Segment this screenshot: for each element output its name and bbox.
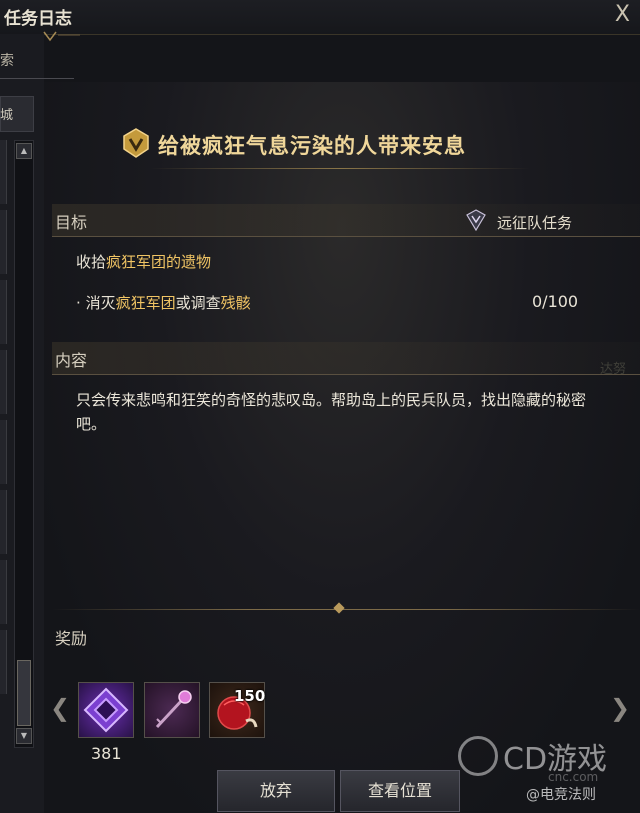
list-item[interactable]	[0, 140, 7, 204]
list-item[interactable]	[0, 630, 7, 694]
purple-gem-icon	[83, 687, 129, 733]
header-divider	[150, 168, 530, 169]
watermark-logo-icon	[458, 736, 498, 776]
title-bar: 任务日志 X	[0, 0, 640, 42]
objective-progress-count: 0/100	[532, 292, 579, 311]
reward-quantity: 381	[91, 744, 122, 763]
list-item[interactable]	[0, 490, 7, 554]
expedition-quest-icon	[466, 209, 486, 231]
list-item[interactable]	[0, 210, 7, 274]
bullet: ·	[76, 294, 81, 312]
main-objective-target: 疯狂军团的遗物	[106, 253, 212, 271]
rewards-prev-icon[interactable]: ❮	[50, 694, 70, 722]
scrollbar-thumb[interactable]	[17, 660, 31, 726]
main-objective-verb: 收拾	[76, 253, 107, 271]
rewards-next-icon[interactable]: ❯	[610, 694, 630, 722]
watermark-site: cnc.com	[548, 770, 599, 784]
main-objective: 收拾疯狂军团的遗物	[76, 251, 211, 272]
rewards-divider	[52, 609, 640, 610]
sub-objective-verb: 消灭	[85, 294, 116, 312]
content-section-bar	[52, 342, 640, 375]
sub-objective-connector: 或调查	[175, 294, 221, 312]
sub-objective: · 消灭疯狂军团或调查残骸	[76, 292, 251, 313]
scroll-down-icon[interactable]: ▼	[16, 728, 32, 744]
reward-item-gem[interactable]	[78, 682, 134, 738]
tab-search[interactable]: 索	[0, 50, 14, 70]
list-item[interactable]	[0, 560, 7, 624]
filter-label: 城	[0, 108, 14, 123]
tab-underline	[0, 78, 74, 79]
window-title: 任务日志	[4, 9, 72, 29]
abandon-button[interactable]: 放弃	[217, 770, 335, 812]
sub-objective-target-1: 疯狂军团	[115, 294, 176, 312]
quest-type-label: 远征队任务	[497, 214, 573, 232]
quest-description: 只会传来悲鸣和狂笑的奇怪的悲叹岛。帮助岛上的民兵队员，找出隐藏的秘密吧。	[76, 391, 587, 433]
rewards-label: 奖励	[55, 629, 88, 648]
scrollbar[interactable]	[14, 140, 34, 748]
key-staff-icon	[155, 690, 192, 729]
close-icon[interactable]: X	[615, 2, 630, 27]
content-label: 内容	[55, 351, 88, 370]
sub-objective-target-2: 残骸	[220, 294, 251, 312]
quest-list	[0, 140, 8, 746]
scroll-up-icon[interactable]: ▲	[16, 143, 32, 159]
list-item[interactable]	[0, 280, 7, 344]
quest-title: 给被疯狂气息污染的人带来安息	[158, 134, 466, 158]
view-location-button[interactable]: 查看位置	[340, 770, 460, 812]
list-item[interactable]	[0, 350, 7, 414]
watermark-credit: @电竞法则	[526, 787, 596, 803]
objective-label: 目标	[55, 213, 88, 232]
reward-item-key[interactable]	[144, 682, 200, 738]
reward-quantity-badge: 150	[234, 687, 266, 705]
list-item[interactable]	[0, 420, 7, 484]
quest-emblem-icon	[123, 128, 149, 158]
